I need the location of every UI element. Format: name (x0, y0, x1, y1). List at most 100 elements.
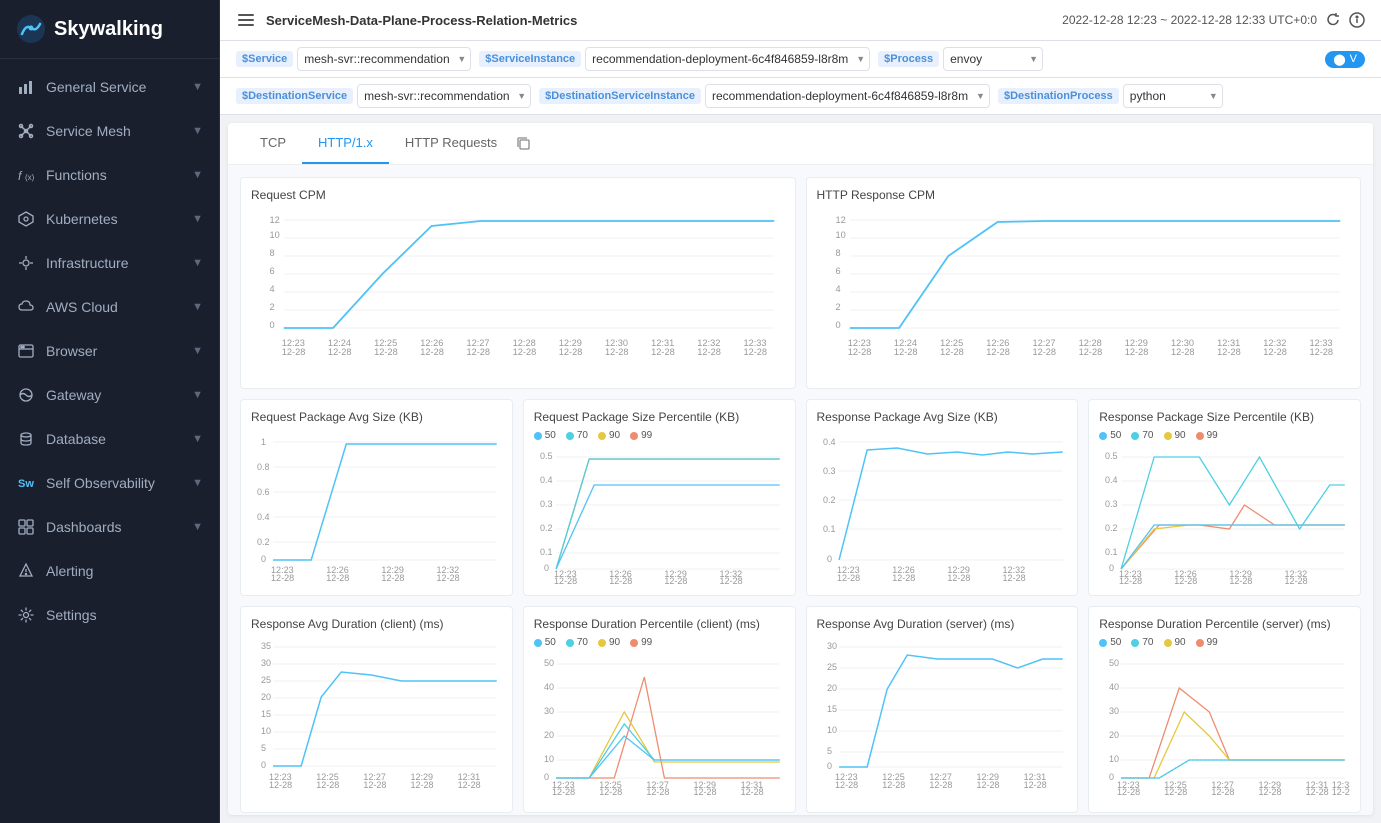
svg-text:12-28: 12-28 (835, 780, 858, 790)
sidebar-item-infrastructure[interactable]: Infrastructure ▼ (0, 241, 219, 285)
sidebar-item-service-mesh[interactable]: Service Mesh ▼ (0, 109, 219, 153)
svg-text:12-28: 12-28 (1263, 347, 1287, 357)
service-select[interactable]: mesh-svr::recommendation (297, 47, 471, 71)
sidebar-item-alerting[interactable]: Alerting (0, 549, 219, 593)
chart-title: Request Package Avg Size (KB) (251, 410, 502, 424)
tab-http1x[interactable]: HTTP/1.x (302, 123, 389, 164)
sidebar-item-label: Alerting (46, 563, 93, 579)
sidebar-item-label: Gateway (46, 387, 101, 403)
sidebar-item-label: Settings (46, 607, 97, 623)
svg-text:0.4: 0.4 (823, 437, 836, 447)
dest-service-filter-label: $DestinationService (236, 88, 353, 104)
svg-text:12-28: 12-28 (282, 347, 306, 357)
svg-text:4: 4 (835, 284, 840, 294)
sidebar-item-browser[interactable]: Browser ▼ (0, 329, 219, 373)
svg-text:0.2: 0.2 (257, 537, 270, 547)
dest-instance-select[interactable]: recommendation-deployment-6c4f846859-l8r… (705, 84, 990, 108)
svg-text:12: 12 (835, 215, 845, 225)
chart-res-dur-percentile-client: Response Duration Percentile (client) (m… (523, 606, 796, 813)
svg-text:f: f (18, 169, 23, 183)
chart-area: 12 10 8 6 4 2 0 (251, 208, 785, 378)
svg-text:0.2: 0.2 (1105, 523, 1118, 533)
tab-tcp[interactable]: TCP (244, 123, 302, 164)
sidebar-item-label: AWS Cloud (46, 299, 118, 315)
sidebar-item-label: Infrastructure (46, 255, 128, 271)
chevron-down-icon: ▼ (192, 345, 203, 357)
tab-http-requests[interactable]: HTTP Requests (389, 123, 513, 164)
chart-http-response-cpm: HTTP Response CPM 12 10 8 6 4 2 0 (806, 177, 1362, 389)
sidebar-item-self-observability[interactable]: Sw Self Observability ▼ (0, 461, 219, 505)
charts-row-3: Response Avg Duration (client) (ms) 35 3… (240, 606, 1361, 813)
filter-bar-row1: $Service mesh-svr::recommendation $Servi… (220, 41, 1381, 78)
dest-process-filter-group: $DestinationProcess python (998, 84, 1223, 108)
sidebar-item-label: Kubernetes (46, 211, 118, 227)
svg-text:10: 10 (1109, 754, 1119, 764)
logo-area: Skywalking (0, 0, 219, 59)
info-icon[interactable] (1349, 12, 1365, 28)
svg-text:20: 20 (261, 692, 271, 702)
sidebar-item-general-service[interactable]: General Service ▼ (0, 65, 219, 109)
toggle-v-button[interactable]: ⬤ V (1325, 51, 1365, 68)
svg-text:12-28: 12-28 (1164, 787, 1187, 797)
svg-text:0.3: 0.3 (540, 499, 553, 509)
svg-text:12-28: 12-28 (1002, 573, 1025, 583)
database-icon (16, 429, 36, 449)
svg-text:0.4: 0.4 (540, 475, 553, 485)
sidebar-item-dashboards[interactable]: Dashboards ▼ (0, 505, 219, 549)
self-obs-icon: Sw (16, 473, 36, 493)
svg-text:25: 25 (827, 662, 837, 672)
svg-text:2: 2 (269, 302, 274, 312)
tabs-bar: TCP HTTP/1.x HTTP Requests (228, 123, 1373, 165)
svg-text:0: 0 (827, 761, 832, 771)
toggle-switch-icon: ⬤ (1333, 53, 1345, 66)
svg-text:12-28: 12-28 (1212, 787, 1235, 797)
svg-text:12-28: 12-28 (1023, 780, 1046, 790)
svg-text:20: 20 (1109, 730, 1119, 740)
svg-text:0: 0 (835, 320, 840, 330)
svg-text:12-28: 12-28 (1332, 787, 1350, 797)
charts-row-1: Request CPM 12 10 8 6 4 2 0 (240, 177, 1361, 389)
request-cpm-chart: 12 10 8 6 4 2 0 (251, 208, 785, 378)
functions-icon: f(x) (16, 165, 36, 185)
dest-service-select[interactable]: mesh-svr::recommendation (357, 84, 531, 108)
sidebar-item-settings[interactable]: Settings (0, 593, 219, 637)
req-pkg-percentile-chart: 0.5 0.4 0.3 0.2 0.1 0 (534, 445, 785, 585)
chart-req-pkg-percentile: Request Package Size Percentile (KB) 50 … (523, 399, 796, 596)
copy-icon[interactable] (517, 137, 531, 151)
service-instance-select[interactable]: recommendation-deployment-6c4f846859-l8r… (585, 47, 870, 71)
sidebar-item-label: Database (46, 431, 106, 447)
svg-text:12-28: 12-28 (1032, 347, 1056, 357)
svg-text:1: 1 (261, 437, 266, 447)
svg-text:12-28: 12-28 (664, 576, 687, 585)
svg-text:0.4: 0.4 (1105, 475, 1118, 485)
svg-text:0.5: 0.5 (1105, 451, 1118, 461)
svg-text:0.5: 0.5 (540, 451, 553, 461)
sidebar-item-aws-cloud[interactable]: AWS Cloud ▼ (0, 285, 219, 329)
svg-text:10: 10 (544, 754, 554, 764)
topbar-right: 2022-12-28 12:23 ~ 2022-12-28 12:33 UTC+… (1062, 12, 1365, 28)
sidebar-item-functions[interactable]: f(x) Functions ▼ (0, 153, 219, 197)
dest-instance-filter-group: $DestinationServiceInstance recommendati… (539, 84, 990, 108)
dashboards-icon (16, 517, 36, 537)
req-pkg-avg-chart: 1 0.8 0.6 0.4 0.2 0 12:2312-28 (251, 430, 502, 585)
svg-text:30: 30 (261, 658, 271, 668)
service-filter-label: $Service (236, 51, 293, 67)
svg-text:50: 50 (1109, 658, 1119, 668)
sidebar-item-database[interactable]: Database ▼ (0, 417, 219, 461)
svg-text:12-28: 12-28 (316, 780, 339, 790)
settings-icon (16, 605, 36, 625)
svg-text:0.8: 0.8 (257, 462, 270, 472)
process-select[interactable]: envoy (943, 47, 1043, 71)
svg-text:30: 30 (544, 706, 554, 716)
svg-text:12-28: 12-28 (976, 780, 999, 790)
svg-text:12-28: 12-28 (719, 576, 742, 585)
refresh-icon[interactable] (1325, 12, 1341, 28)
svg-text:15: 15 (261, 709, 271, 719)
dest-process-select[interactable]: python (1123, 84, 1223, 108)
skywalking-logo-icon (16, 14, 46, 44)
svg-text:12-28: 12-28 (740, 787, 763, 797)
svg-text:12-28: 12-28 (271, 573, 294, 583)
svg-text:10: 10 (261, 726, 271, 736)
sidebar-item-gateway[interactable]: Gateway ▼ (0, 373, 219, 417)
sidebar-item-kubernetes[interactable]: Kubernetes ▼ (0, 197, 219, 241)
